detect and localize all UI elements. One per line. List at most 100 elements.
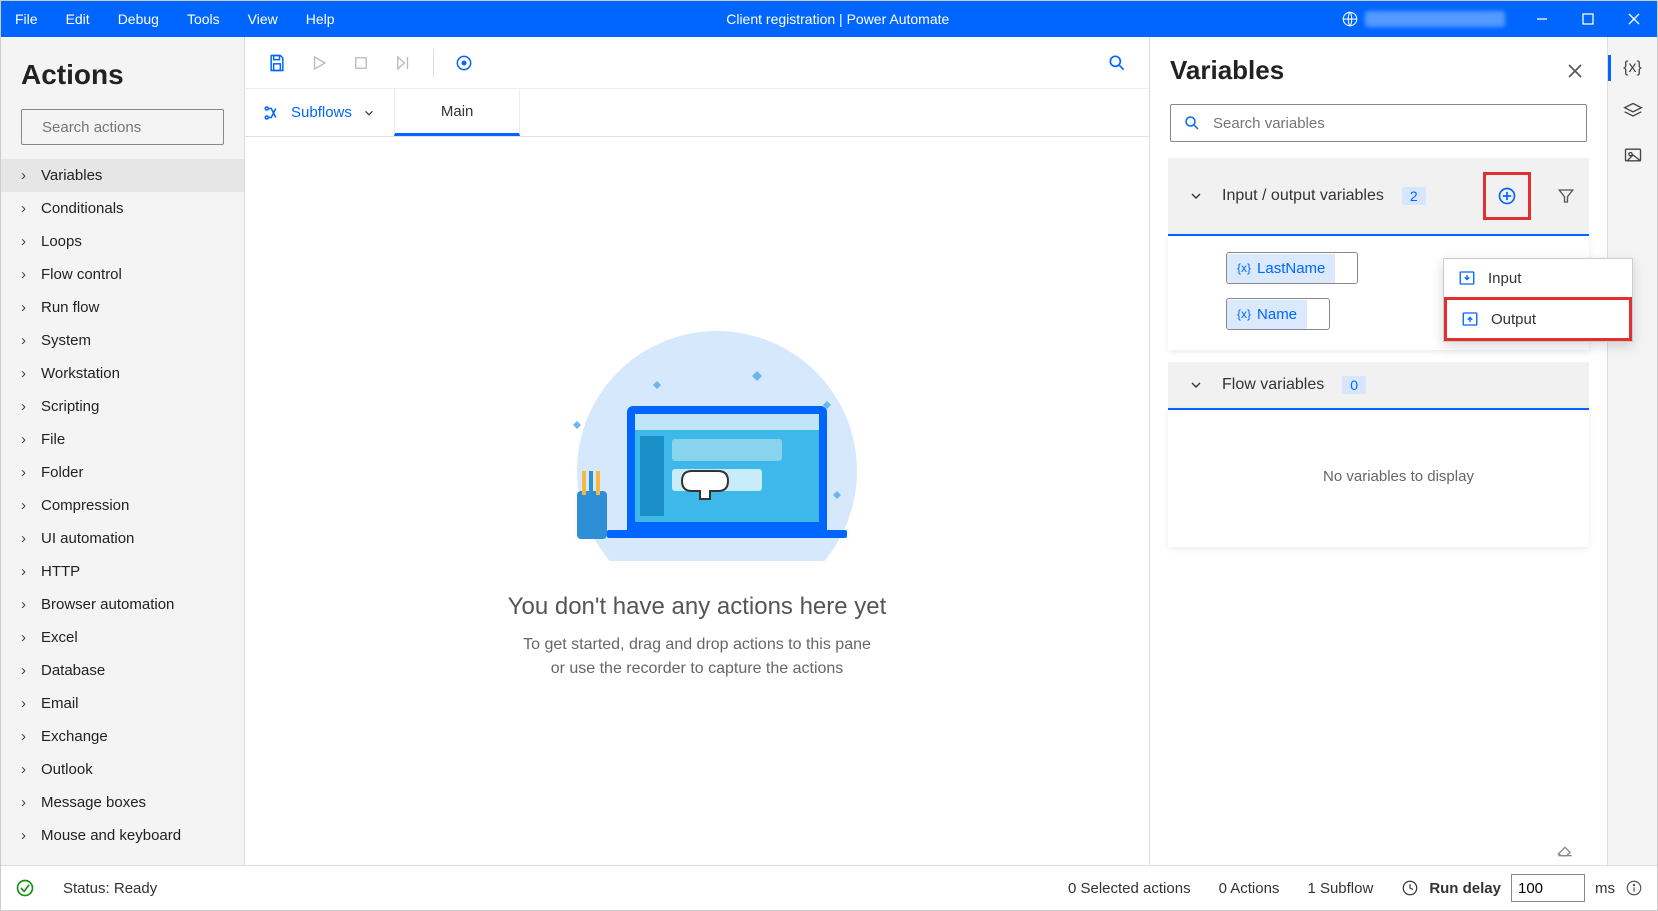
save-button[interactable] (259, 45, 295, 81)
action-category-label: Flow control (41, 266, 122, 283)
chevron-right-icon: › (21, 563, 31, 580)
action-category-label: Email (41, 695, 79, 712)
info-icon[interactable] (1625, 879, 1643, 897)
action-category-label: Run flow (41, 299, 99, 316)
action-category-label: System (41, 332, 91, 349)
flow-variables-count: 0 (1342, 376, 1366, 394)
add-variable-button[interactable] (1483, 172, 1531, 220)
chevron-down-icon[interactable] (1188, 188, 1204, 204)
window-maximize-button[interactable] (1565, 1, 1611, 37)
rail-images-button[interactable] (1623, 145, 1643, 165)
action-category[interactable]: › Exchange (1, 720, 244, 753)
menu-debug[interactable]: Debug (104, 1, 173, 37)
action-category[interactable]: ›Outlook (1, 753, 244, 786)
menu-view[interactable]: View (234, 1, 292, 37)
io-variables-count: 2 (1402, 187, 1426, 205)
popup-item-input[interactable]: Input (1444, 259, 1632, 297)
chevron-down-icon[interactable] (1188, 377, 1204, 393)
action-category[interactable]: ›File (1, 423, 244, 456)
chevron-right-icon: › (21, 827, 31, 844)
action-category[interactable]: › Mouse and keyboard (1, 819, 244, 852)
run-delay-input[interactable] (1511, 874, 1585, 902)
chevron-right-icon: › (21, 728, 31, 745)
action-category[interactable]: ›Folder (1, 456, 244, 489)
action-category[interactable]: ›Excel (1, 621, 244, 654)
titlebar: File Edit Debug Tools View Help Client r… (1, 1, 1657, 37)
tab-main[interactable]: Main (394, 89, 521, 136)
status-subflows: 1 Subflow (1307, 880, 1373, 897)
chevron-right-icon: › (21, 266, 31, 283)
action-category-label: UI automation (41, 530, 134, 547)
status-actions: 0 Actions (1219, 880, 1280, 897)
chevron-right-icon: › (21, 299, 31, 316)
menu-tools[interactable]: Tools (173, 1, 234, 37)
action-category[interactable]: ›Message boxes (1, 786, 244, 819)
window-minimize-button[interactable] (1519, 1, 1565, 37)
window-close-button[interactable] (1611, 1, 1657, 37)
chevron-down-icon (362, 106, 376, 120)
rail-variables-button[interactable]: {x} (1623, 59, 1642, 77)
menu-edit[interactable]: Edit (52, 1, 104, 37)
action-category[interactable]: ›Workstation (1, 357, 244, 390)
action-category[interactable]: ›Browser automation (1, 588, 244, 621)
action-category[interactable]: › Flow control (1, 258, 244, 291)
recorder-button[interactable] (446, 45, 482, 81)
subflows-label: Subflows (291, 104, 352, 121)
action-category-label: Mouse and keyboard (41, 827, 181, 844)
action-category[interactable]: › System (1, 324, 244, 357)
erase-button[interactable] (1555, 839, 1575, 859)
chevron-right-icon: › (21, 596, 31, 613)
popup-item-output[interactable]: Output (1444, 297, 1632, 341)
action-category[interactable]: ›Loops (1, 225, 244, 258)
action-category[interactable]: ›HTTP (1, 555, 244, 588)
subflow-icon (263, 104, 281, 122)
search-variables-input[interactable] (1213, 115, 1574, 132)
run-delay-control: Run delay ms (1401, 874, 1643, 902)
action-category[interactable]: ›Variables (1, 159, 244, 192)
flow-variables-empty: No variables to display (1226, 426, 1571, 527)
action-category[interactable]: ›Compression (1, 489, 244, 522)
close-panel-button[interactable] (1563, 59, 1587, 83)
output-icon (1461, 310, 1479, 328)
menu-help[interactable]: Help (292, 1, 349, 37)
subflows-dropdown[interactable]: Subflows (245, 89, 394, 136)
action-category[interactable]: ›Scripting (1, 390, 244, 423)
flow-variables-section: Flow variables 0 No variables to display (1168, 362, 1589, 547)
status-ready-text: Status: Ready (63, 880, 157, 897)
stop-button[interactable] (343, 45, 379, 81)
search-flow-button[interactable] (1099, 45, 1135, 81)
actions-panel: Actions ›Variables ›Conditionals ›Loops … (1, 37, 245, 865)
variable-chip[interactable]: {x}LastName (1226, 252, 1358, 284)
action-category-label: Database (41, 662, 105, 679)
action-category-label: File (41, 431, 65, 448)
filter-variables-button[interactable] (1549, 179, 1583, 213)
action-category[interactable]: › Run flow (1, 291, 244, 324)
run-button[interactable] (301, 45, 337, 81)
variable-icon: {x} (1237, 261, 1251, 275)
action-category[interactable]: ›Database (1, 654, 244, 687)
braces-icon: {x} (1623, 59, 1642, 76)
rail-layers-button[interactable] (1623, 101, 1643, 121)
action-category-label: Message boxes (41, 794, 146, 811)
status-selected: 0 Selected actions (1068, 880, 1191, 897)
input-icon (1458, 269, 1476, 287)
step-button[interactable] (385, 45, 421, 81)
window-title: Client registration | Power Automate (349, 11, 1327, 27)
flow-canvas[interactable]: You don't have any actions here yet To g… (245, 137, 1149, 865)
menu-file[interactable]: File (1, 1, 52, 37)
search-actions-input[interactable] (42, 119, 241, 136)
chevron-right-icon: › (21, 332, 31, 349)
search-variables-box[interactable] (1170, 104, 1587, 142)
canvas-subtext: To get started, drag and drop actions to… (523, 633, 871, 681)
action-category[interactable]: ›Conditionals (1, 192, 244, 225)
chevron-right-icon: › (21, 365, 31, 382)
action-category[interactable]: ›Email (1, 687, 244, 720)
environment-picker[interactable] (1327, 10, 1519, 28)
variable-icon: {x} (1237, 307, 1251, 321)
action-category[interactable]: › UI automation (1, 522, 244, 555)
search-actions-box[interactable] (21, 109, 224, 145)
chevron-right-icon: › (21, 530, 31, 547)
io-variables-title: Input / output variables (1222, 187, 1384, 205)
variable-chip[interactable]: {x}Name (1226, 298, 1330, 330)
action-category-label: Exchange (41, 728, 108, 745)
